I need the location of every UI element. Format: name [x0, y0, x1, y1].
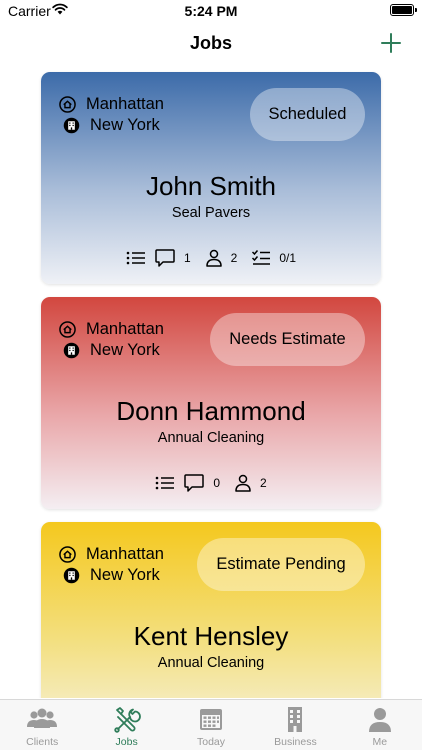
- home-icon: [59, 320, 76, 338]
- job-meta-row: 0 2: [41, 473, 381, 493]
- battery-icon: [390, 4, 417, 16]
- building-icon: [63, 117, 80, 133]
- borough-label: Manhattan: [86, 544, 164, 563]
- calendar-icon: [200, 709, 223, 730]
- tab-jobs[interactable]: Jobs: [84, 700, 168, 750]
- checklist-progress: 0/1: [279, 251, 297, 265]
- service-label: Annual Cleaning: [157, 655, 265, 671]
- job-card[interactable]: Manhattan New York Scheduled John Smith …: [41, 72, 381, 284]
- tab-label: Me: [372, 736, 388, 748]
- tab-label: Business: [274, 736, 317, 748]
- client-name: Donn Hammond: [116, 396, 306, 426]
- borough-line: Manhattan: [59, 544, 164, 564]
- city-line: New York: [63, 565, 160, 585]
- tools-icon: [113, 707, 141, 733]
- tab-me[interactable]: Me: [338, 700, 422, 750]
- borough-label: Manhattan: [86, 319, 164, 338]
- checklist-icon: [252, 250, 271, 265]
- list-icon: [126, 251, 145, 265]
- job-meta-row: 1 2 0/1: [41, 248, 381, 268]
- city-line: New York: [63, 115, 160, 135]
- home-icon: [59, 95, 76, 113]
- borough-label: Manhattan: [86, 94, 164, 113]
- tab-label: Jobs: [115, 736, 138, 748]
- person-icon: [205, 249, 222, 267]
- status-badge[interactable]: Scheduled: [250, 88, 365, 141]
- page-title: Jobs: [189, 33, 232, 53]
- comment-count: 1: [183, 251, 191, 265]
- person-icon: [235, 474, 251, 492]
- service-label: Annual Cleaning: [157, 430, 265, 446]
- status-time: 5:24 PM: [184, 3, 238, 19]
- borough-line: Manhattan: [59, 94, 164, 114]
- clients-icon: [27, 708, 58, 728]
- tab-business[interactable]: Business: [253, 700, 337, 750]
- city-label: New York: [90, 565, 160, 584]
- people-count: 2: [230, 251, 238, 265]
- tab-clients[interactable]: Clients: [0, 700, 84, 750]
- comment-count: 0: [213, 476, 220, 490]
- comment-icon: [184, 474, 205, 492]
- building-icon: [288, 707, 303, 732]
- status-bar: Carrier 5:24 PM: [0, 0, 422, 22]
- person-icon: [368, 708, 391, 732]
- building-icon: [63, 342, 80, 358]
- tab-today[interactable]: Today: [169, 700, 253, 750]
- status-badge[interactable]: Estimate Pending: [197, 538, 365, 591]
- people-count: 2: [260, 476, 267, 490]
- borough-line: Manhattan: [59, 319, 164, 339]
- service-label: Seal Pavers: [171, 205, 251, 221]
- city-line: New York: [63, 340, 160, 360]
- tab-bar: Clients Jobs Today Business Me: [0, 699, 422, 750]
- client-name: John Smith: [145, 171, 277, 201]
- city-label: New York: [90, 340, 160, 359]
- building-icon: [63, 567, 80, 583]
- home-icon: [59, 545, 76, 563]
- comment-icon: [155, 249, 175, 267]
- client-name: Kent Hensley: [133, 621, 289, 651]
- city-label: New York: [90, 115, 160, 134]
- job-card[interactable]: Manhattan New York Estimate Pending Kent…: [41, 522, 381, 698]
- add-job-button[interactable]: [380, 32, 402, 54]
- status-badge[interactable]: Needs Estimate: [210, 313, 365, 366]
- tab-label: Today: [197, 736, 226, 748]
- job-list[interactable]: Manhattan New York Scheduled John Smith …: [0, 70, 422, 698]
- list-icon: [156, 476, 175, 490]
- tab-label: Clients: [26, 736, 59, 748]
- job-card[interactable]: Manhattan New York Needs Estimate Donn H…: [41, 297, 381, 509]
